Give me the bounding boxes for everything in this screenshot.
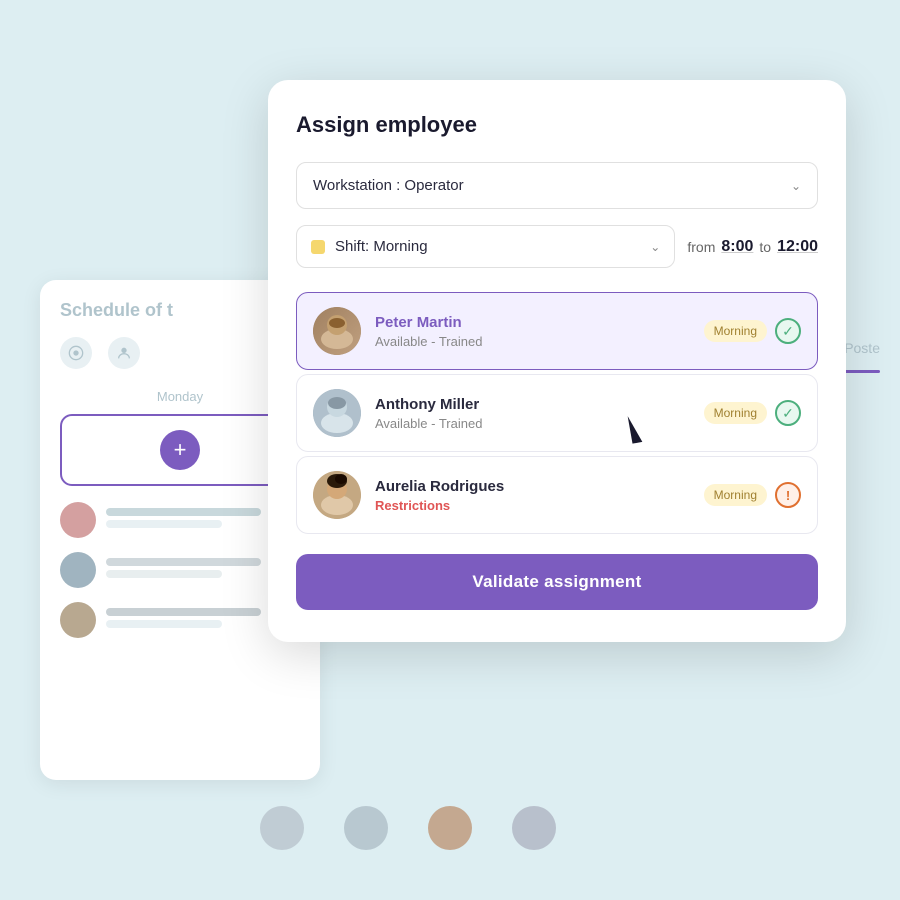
avatar-peter	[313, 307, 361, 355]
bg-avatar-1	[60, 502, 96, 538]
bottom-avatar-4	[512, 806, 556, 850]
bg-employee-1	[60, 502, 300, 538]
bg-line-1b	[106, 520, 222, 528]
bg-employee-3	[60, 602, 300, 638]
emp-info-aurelia: Aurelia Rodrigues Restrictions	[375, 478, 690, 513]
shift-color-dot	[311, 240, 325, 254]
status-check-peter: ✓	[775, 318, 801, 344]
bg-icon-1	[60, 337, 92, 369]
bg-line-1a	[106, 508, 261, 516]
employee-card-aurelia[interactable]: Aurelia Rodrigues Restrictions Morning !	[296, 456, 818, 534]
right-posted-label: Poste	[844, 340, 880, 356]
workstation-label: Workstation : Operator	[313, 177, 464, 194]
bg-day-label: Monday	[60, 389, 300, 404]
shift-chevron-icon: ⌄	[650, 240, 660, 254]
bg-line-3a	[106, 608, 261, 616]
employee-list: Peter Martin Available - Trained Morning…	[296, 292, 818, 534]
emp-name-peter: Peter Martin	[375, 314, 690, 331]
bg-employee-2	[60, 552, 300, 588]
emp-right-peter: Morning ✓	[704, 318, 801, 344]
emp-info-peter: Peter Martin Available - Trained	[375, 314, 690, 349]
shift-label: Shift: Morning	[335, 238, 640, 255]
emp-right-anthony: Morning ✓	[704, 400, 801, 426]
bg-icon-2	[108, 337, 140, 369]
status-check-anthony: ✓	[775, 400, 801, 426]
emp-name-anthony: Anthony Miller	[375, 396, 690, 413]
emp-status-aurelia: Restrictions	[375, 498, 690, 513]
emp-right-aurelia: Morning !	[704, 482, 801, 508]
time-to-value: 12:00	[777, 238, 818, 256]
shift-time-row: Shift: Morning ⌄ from 8:00 to 12:00	[296, 225, 818, 268]
bottom-avatars-row	[260, 806, 556, 850]
shift-badge-peter: Morning	[704, 320, 767, 342]
bottom-avatar-1	[260, 806, 304, 850]
workstation-dropdown[interactable]: Workstation : Operator ⌄	[296, 162, 818, 209]
time-range: from 8:00 to 12:00	[687, 238, 818, 256]
bg-add-card[interactable]: +	[60, 414, 300, 486]
bg-add-circle: +	[160, 430, 200, 470]
bg-line-3b	[106, 620, 222, 628]
shift-dropdown[interactable]: Shift: Morning ⌄	[296, 225, 675, 268]
workstation-chevron-icon: ⌄	[791, 179, 801, 193]
emp-name-aurelia: Aurelia Rodrigues	[375, 478, 690, 495]
avatar-anthony	[313, 389, 361, 437]
time-from-value: 8:00	[721, 238, 753, 256]
bg-schedule-title: Schedule of t	[60, 300, 300, 321]
time-to-label: to	[759, 239, 771, 255]
employee-card-anthony[interactable]: Anthony Miller Available - Trained Morni…	[296, 374, 818, 452]
avatar-peter-face	[313, 307, 361, 355]
emp-info-anthony: Anthony Miller Available - Trained	[375, 396, 690, 431]
shift-badge-anthony: Morning	[704, 402, 767, 424]
bg-line-2b	[106, 570, 222, 578]
bg-line-2a	[106, 558, 261, 566]
bottom-avatar-3	[428, 806, 472, 850]
modal-title: Assign employee	[296, 112, 818, 138]
bg-avatar-3	[60, 602, 96, 638]
time-from-label: from	[687, 239, 715, 255]
employee-card-peter[interactable]: Peter Martin Available - Trained Morning…	[296, 292, 818, 370]
assign-employee-modal: Assign employee Workstation : Operator ⌄…	[268, 80, 846, 642]
validate-assignment-button[interactable]: Validate assignment	[296, 554, 818, 610]
shift-badge-aurelia: Morning	[704, 484, 767, 506]
status-warning-aurelia: !	[775, 482, 801, 508]
emp-status-peter: Available - Trained	[375, 334, 690, 349]
bg-icons-row	[60, 337, 300, 369]
emp-status-anthony: Available - Trained	[375, 416, 690, 431]
avatar-aurelia	[313, 471, 361, 519]
bg-avatar-2	[60, 552, 96, 588]
bottom-avatar-2	[344, 806, 388, 850]
